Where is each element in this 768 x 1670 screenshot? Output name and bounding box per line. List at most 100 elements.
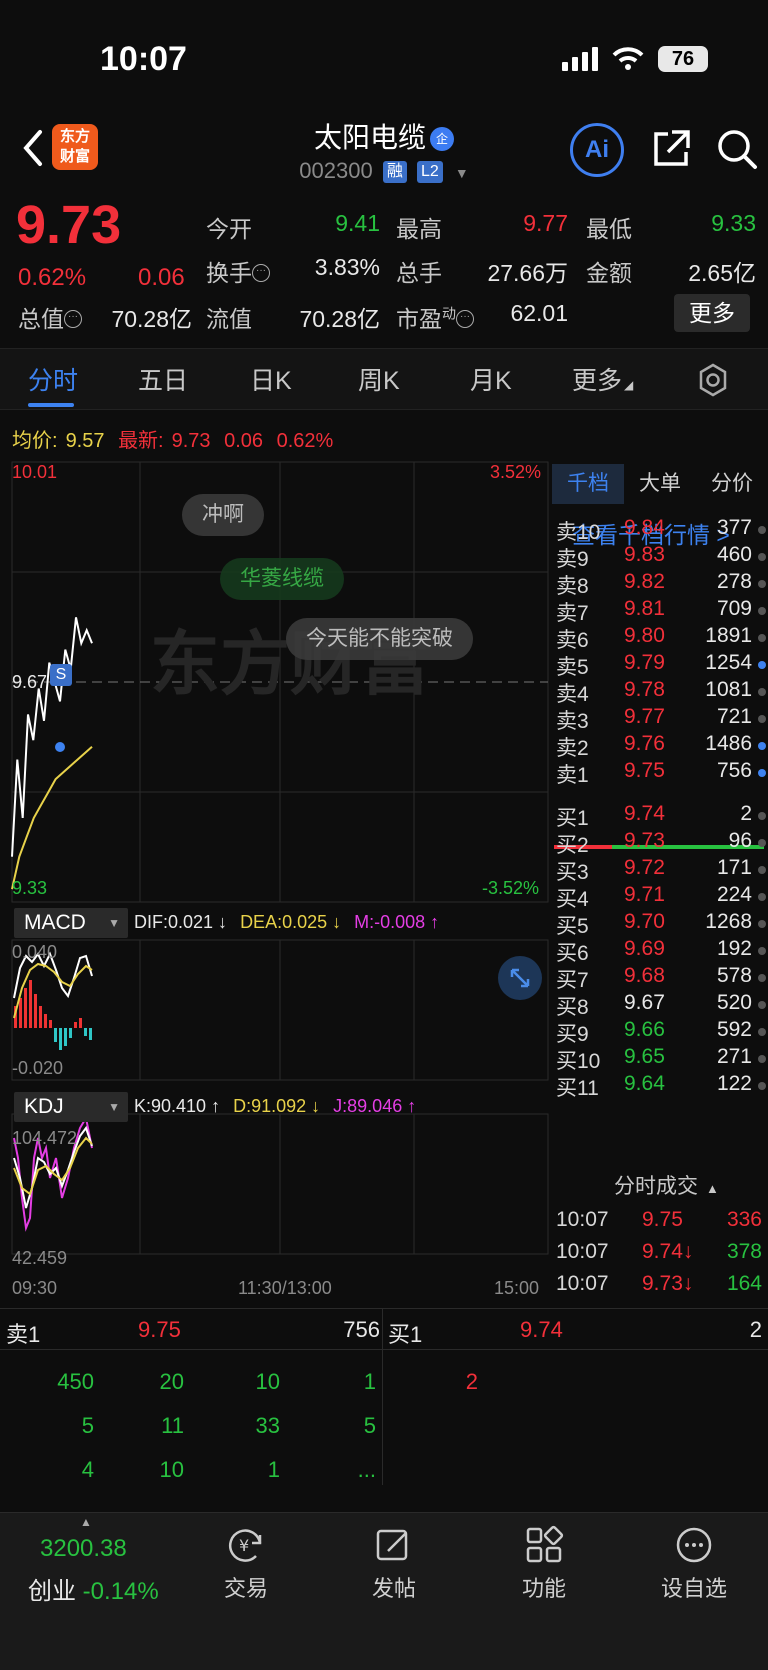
comment-bubble[interactable]: 今天能不能突破 <box>286 618 473 660</box>
search-icon[interactable] <box>716 128 758 170</box>
book-level-row[interactable]: 卖4 9.78 1081 <box>554 678 768 706</box>
settings-gear-icon[interactable] <box>696 363 730 397</box>
book-level-row[interactable]: 买6 9.69 192 <box>554 937 768 965</box>
macd-dea: DEA:0.025 ↓ <box>240 912 342 932</box>
level-volume: 224 <box>716 883 752 906</box>
volume-value: 27.66万 <box>487 260 568 286</box>
nav-add-watchlist[interactable]: 设自选 <box>644 1525 744 1603</box>
queue-buy-label: 买1 <box>388 1322 423 1347</box>
x-axis-mid: 11:30/13:00 <box>238 1278 332 1298</box>
book-level-row[interactable]: 买5 9.70 1268 <box>554 910 768 938</box>
level-dot-icon <box>758 812 766 820</box>
tab-monthly-k[interactable]: 月K <box>470 361 512 397</box>
index-value[interactable]: 3200.38 <box>40 1535 127 1563</box>
tab-weekly-k[interactable]: 周K <box>358 361 400 397</box>
tab-five-day[interactable]: 五日 <box>138 361 188 397</box>
share-icon[interactable] <box>650 128 692 170</box>
change-percent: 0.62% <box>18 264 87 291</box>
tab-daily-k[interactable]: 日K <box>250 361 292 397</box>
sell-marker[interactable]: S <box>50 664 72 686</box>
book-level-row[interactable]: 买1 9.74 2 <box>554 802 768 830</box>
mktcap-label[interactable]: 总值 ··· <box>18 300 82 334</box>
expand-button[interactable] <box>498 956 542 1000</box>
level-price: 9.84 <box>624 516 665 539</box>
book-level-row[interactable]: 买3 9.72 171 <box>554 856 768 884</box>
book-level-row[interactable]: 买2 9.73 96 <box>554 829 768 857</box>
book-level-row[interactable]: 卖9 9.83 460 <box>554 543 768 571</box>
level-price: 9.74 <box>624 802 665 825</box>
turnover-label[interactable]: 换手 ··· <box>206 254 270 288</box>
avg-value: 9.57 <box>65 430 105 452</box>
info-icon[interactable]: ··· <box>64 310 82 328</box>
float-label: 流值 <box>206 306 252 332</box>
tab-intraday[interactable]: 分时 <box>28 361 78 397</box>
book-level-row[interactable]: 卖7 9.81 709 <box>554 597 768 625</box>
pct-axis-top: 3.52% <box>490 462 542 482</box>
tab-big-orders[interactable]: 大单 <box>624 464 696 504</box>
book-level-row[interactable]: 卖6 9.80 1891 <box>554 624 768 652</box>
queue-order-size: 10 <box>159 1457 184 1482</box>
more-button[interactable]: 更多 <box>674 294 750 332</box>
book-level-row[interactable]: 买4 9.71 224 <box>554 883 768 911</box>
comment-bubble[interactable]: 华菱线缆 <box>220 558 344 600</box>
book-level-row[interactable]: 卖2 9.76 1486 <box>554 732 768 760</box>
queue-order-size: 5 <box>363 1413 376 1438</box>
high-label: 最高 <box>396 216 442 242</box>
index-expand-icon[interactable]: ▲ <box>80 1515 92 1529</box>
last-label: 最新: <box>118 430 164 452</box>
chevron-down-icon[interactable]: ▼ <box>455 165 469 181</box>
book-level-row[interactable]: 买10 9.65 271 <box>554 1045 768 1073</box>
book-level-row[interactable]: 卖5 9.79 1254 <box>554 651 768 679</box>
pe-label[interactable]: 市盈动 ··· <box>396 300 474 334</box>
intraday-chart[interactable]: 东方财富 10.01 3.52% 9.67 9.33 -3.52% 冲啊 华菱线… <box>0 458 550 1308</box>
level-dot-icon <box>758 920 766 928</box>
ai-button[interactable]: Ai <box>570 123 624 177</box>
tab-more[interactable]: 更多 ◢ <box>572 361 633 397</box>
level-label: 买2 <box>556 834 589 857</box>
book-level-row[interactable]: 卖8 9.82 278 <box>554 570 768 598</box>
book-level-row[interactable]: 买7 9.68 578 <box>554 964 768 992</box>
index-line[interactable]: 创业 -0.14% <box>28 1571 159 1606</box>
level-label: 卖2 <box>556 737 589 760</box>
level-dot-icon <box>758 742 766 750</box>
margin-tag: 融 <box>382 161 407 183</box>
tab-price-distribution[interactable]: 分价 <box>696 464 768 504</box>
level-dot-icon <box>758 526 766 534</box>
level-dot-icon <box>758 866 766 874</box>
stock-name: 太阳电缆 <box>313 122 426 153</box>
svg-text:¥: ¥ <box>239 1536 249 1555</box>
level-price: 9.77 <box>624 705 665 728</box>
level-volume: 1254 <box>705 651 752 674</box>
book-level-row[interactable]: 卖3 9.77 721 <box>554 705 768 733</box>
tick-volume: 336 <box>726 1208 762 1231</box>
book-level-row[interactable]: 卖10 9.84 377 <box>554 516 768 544</box>
last-price: 9.73 <box>16 195 122 255</box>
ticks-title[interactable]: 分时成交 ▲ <box>614 1170 719 1200</box>
low-label: 最低 <box>586 216 632 242</box>
nav-post[interactable]: 发帖 <box>344 1525 444 1603</box>
kdj-selector[interactable]: KDJ ▼ <box>14 1092 128 1122</box>
book-level-row[interactable]: 卖1 9.75 756 <box>554 759 768 787</box>
level-volume: 2 <box>740 802 752 825</box>
queue-order-size: 450 <box>57 1369 94 1394</box>
tick-volume: 164 <box>726 1272 762 1295</box>
macd-histogram <box>14 980 92 1050</box>
nav-functions[interactable]: 功能 <box>494 1525 594 1603</box>
level-label: 买3 <box>556 861 589 884</box>
macd-selector[interactable]: MACD ▼ <box>14 908 128 938</box>
comment-bubble[interactable]: 冲啊 <box>182 494 264 536</box>
book-level-row[interactable]: 买9 9.66 592 <box>554 1018 768 1046</box>
stock-code: 002300 <box>299 158 373 183</box>
tab-thousand-levels[interactable]: 千档 <box>552 464 624 504</box>
info-icon[interactable]: ··· <box>252 264 270 282</box>
nav-trade[interactable]: ¥ 交易 <box>196 1525 296 1603</box>
book-level-row[interactable]: 买11 9.64 122 <box>554 1072 768 1100</box>
level-label: 卖1 <box>556 764 589 787</box>
level-dot-icon <box>758 580 766 588</box>
level-price: 9.75 <box>624 759 665 782</box>
level-volume: 96 <box>728 829 752 852</box>
book-level-row[interactable]: 买8 9.67 520 <box>554 991 768 1019</box>
info-icon[interactable]: ··· <box>456 310 474 328</box>
top-nav: 东方 财富 太阳电缆企 002300 融 L2 ▼ Ai <box>0 110 768 190</box>
marker-dot <box>55 742 65 752</box>
